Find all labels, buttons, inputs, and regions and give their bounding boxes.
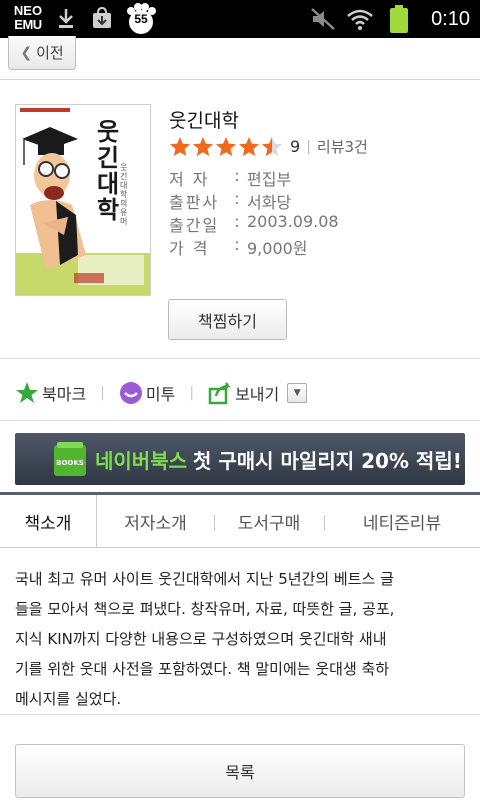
meta-label: 출간일 — [169, 216, 220, 235]
dropdown-toggle[interactable]: ▼ — [287, 383, 308, 403]
meta-label: 저 자 — [169, 170, 210, 189]
star-icons — [169, 136, 284, 157]
tab-netizen-review[interactable]: 네티즌리뷰 — [324, 495, 480, 547]
star-icon — [239, 137, 259, 156]
tab-label: 네티즌리뷰 — [362, 513, 442, 534]
metoo-icon — [119, 382, 142, 404]
wifi-icon — [347, 9, 373, 30]
meta-price: 가 격 : 9,000원 — [169, 235, 308, 259]
cover-title-char: 학 — [96, 196, 120, 224]
star-bookmark-icon — [16, 382, 38, 403]
naverbooks-banner[interactable]: BOOKS 네이버북스 첫 구매시 마일리지 20% 적립! — [15, 433, 465, 485]
tab-label: 저자소개 — [124, 513, 187, 534]
tab-label: 도서구매 — [237, 513, 301, 534]
description-line: 지식 KIN까지 다양한 내용으로 구성하였으며 웃긴대학 새내 — [15, 630, 387, 648]
tab-author-intro[interactable]: 저자소개 — [97, 495, 214, 547]
bookmark-label: 북마크 — [42, 385, 87, 404]
description-line: 들을 모아서 책으로 펴냈다. 창작유머, 자료, 따뜻한 글, 공포, — [15, 600, 395, 618]
share-export-icon — [208, 382, 231, 405]
book-description: 국내 최고 유머 사이트 웃긴대학에서 지난 5년간의 베트스 글 들을 모아서… — [15, 564, 465, 714]
meta-pubdate: 출간일 : 2003.09.08 — [169, 212, 339, 236]
meta-value: 9,000원 — [247, 239, 308, 258]
store-bag-icon — [93, 6, 111, 28]
divider — [214, 515, 215, 531]
description-line: 기를 위한 웃대 사전을 포함하였다. 책 말미에는 웃대생 축하 — [15, 660, 390, 678]
list-button[interactable]: 목록 — [15, 744, 465, 798]
star-icon — [170, 137, 190, 156]
books-icon-label: BOOKS — [56, 459, 84, 467]
cover-title-char: 긴 — [96, 144, 120, 172]
status-bar: NEO EMU 55 0:10 — [0, 0, 480, 38]
meta-colon: : — [234, 235, 240, 254]
tab-label: 책소개 — [24, 513, 72, 534]
description-line: 국내 최고 유머 사이트 웃긴대학에서 지난 5년간의 베트스 글 — [15, 570, 394, 588]
banner-text: 첫 구매시 마일리지 20% 적립! — [193, 448, 462, 473]
tab-bar: 책소개 저자소개 도서구매 네티즌리뷰 — [0, 492, 480, 548]
chevron-left-icon: ❮ — [20, 44, 33, 61]
bookmark-button[interactable]: 북마크 — [15, 381, 86, 405]
divider — [0, 420, 480, 421]
cover-title: 웃 긴 대 학 — [94, 119, 122, 223]
neoemu-label-line2: EMU — [14, 17, 42, 32]
neoemu-logo: NEO EMU — [9, 4, 47, 34]
star-icon — [216, 137, 236, 156]
star-icon — [193, 137, 213, 156]
meta-colon: : — [234, 212, 240, 231]
divider: | — [306, 138, 311, 155]
metoo-button[interactable]: 미투 — [119, 381, 175, 405]
mute-icon — [311, 8, 335, 30]
book-cover[interactable]: 웃 긴 대 학 웃긴대학의 유머 — [15, 104, 151, 296]
top-nav: ❮ 이전 — [0, 36, 480, 80]
books-app-icon: BOOKS — [54, 442, 86, 476]
description-line: 메시지를 실었다. — [15, 690, 122, 708]
clock: 0:10 — [431, 8, 470, 30]
back-button[interactable]: ❮ 이전 — [8, 36, 76, 70]
star-icon — [262, 137, 282, 156]
banner-brand: 네이버북스 — [95, 448, 187, 473]
rating-value: 9 — [290, 137, 301, 156]
star-rating: 9 | 리뷰3건 — [169, 136, 368, 157]
meta-value: 2003.09.08 — [247, 212, 339, 231]
cover-title-char: 웃 — [96, 118, 120, 146]
back-button-label: 이전 — [36, 44, 64, 62]
share-row: 북마크 | 미투 | 보내기 ▼ — [15, 378, 308, 408]
meta-author: 저 자 : 편집부 — [169, 166, 291, 190]
send-button[interactable]: 보내기 — [208, 381, 279, 405]
cover-title-char: 대 — [96, 170, 120, 198]
meta-value: 편집부 — [247, 170, 292, 189]
meta-colon: : — [234, 166, 240, 185]
meta-publisher: 출판사 : 서화당 — [169, 189, 291, 213]
battery-icon — [390, 5, 408, 33]
divider — [0, 714, 480, 715]
meta-label: 출판사 — [169, 193, 220, 212]
divider: | — [100, 385, 105, 401]
meta-label: 가 격 — [169, 239, 210, 258]
neoemu-label-line1: NEO — [13, 3, 43, 18]
wishlist-button[interactable]: 책찜하기 — [168, 299, 287, 340]
review-count-link[interactable]: 리뷰3건 — [317, 136, 368, 157]
tab-book-intro[interactable]: 책소개 — [0, 495, 97, 547]
cover-subtitle: 웃긴대학의 유머 — [120, 163, 128, 226]
caret-down-icon: ▼ — [293, 388, 301, 398]
metoo-label: 미투 — [145, 385, 176, 404]
divider: | — [189, 385, 195, 401]
book-title: 웃긴대학 — [169, 110, 239, 132]
send-label: 보내기 — [235, 385, 280, 404]
download-icon — [59, 9, 73, 28]
divider — [0, 358, 480, 359]
divider — [324, 515, 325, 531]
badge-count: 55 — [134, 12, 148, 26]
meta-colon: : — [234, 189, 240, 208]
meta-value: 서화당 — [247, 193, 292, 212]
tab-purchase[interactable]: 도서구매 — [214, 495, 324, 547]
